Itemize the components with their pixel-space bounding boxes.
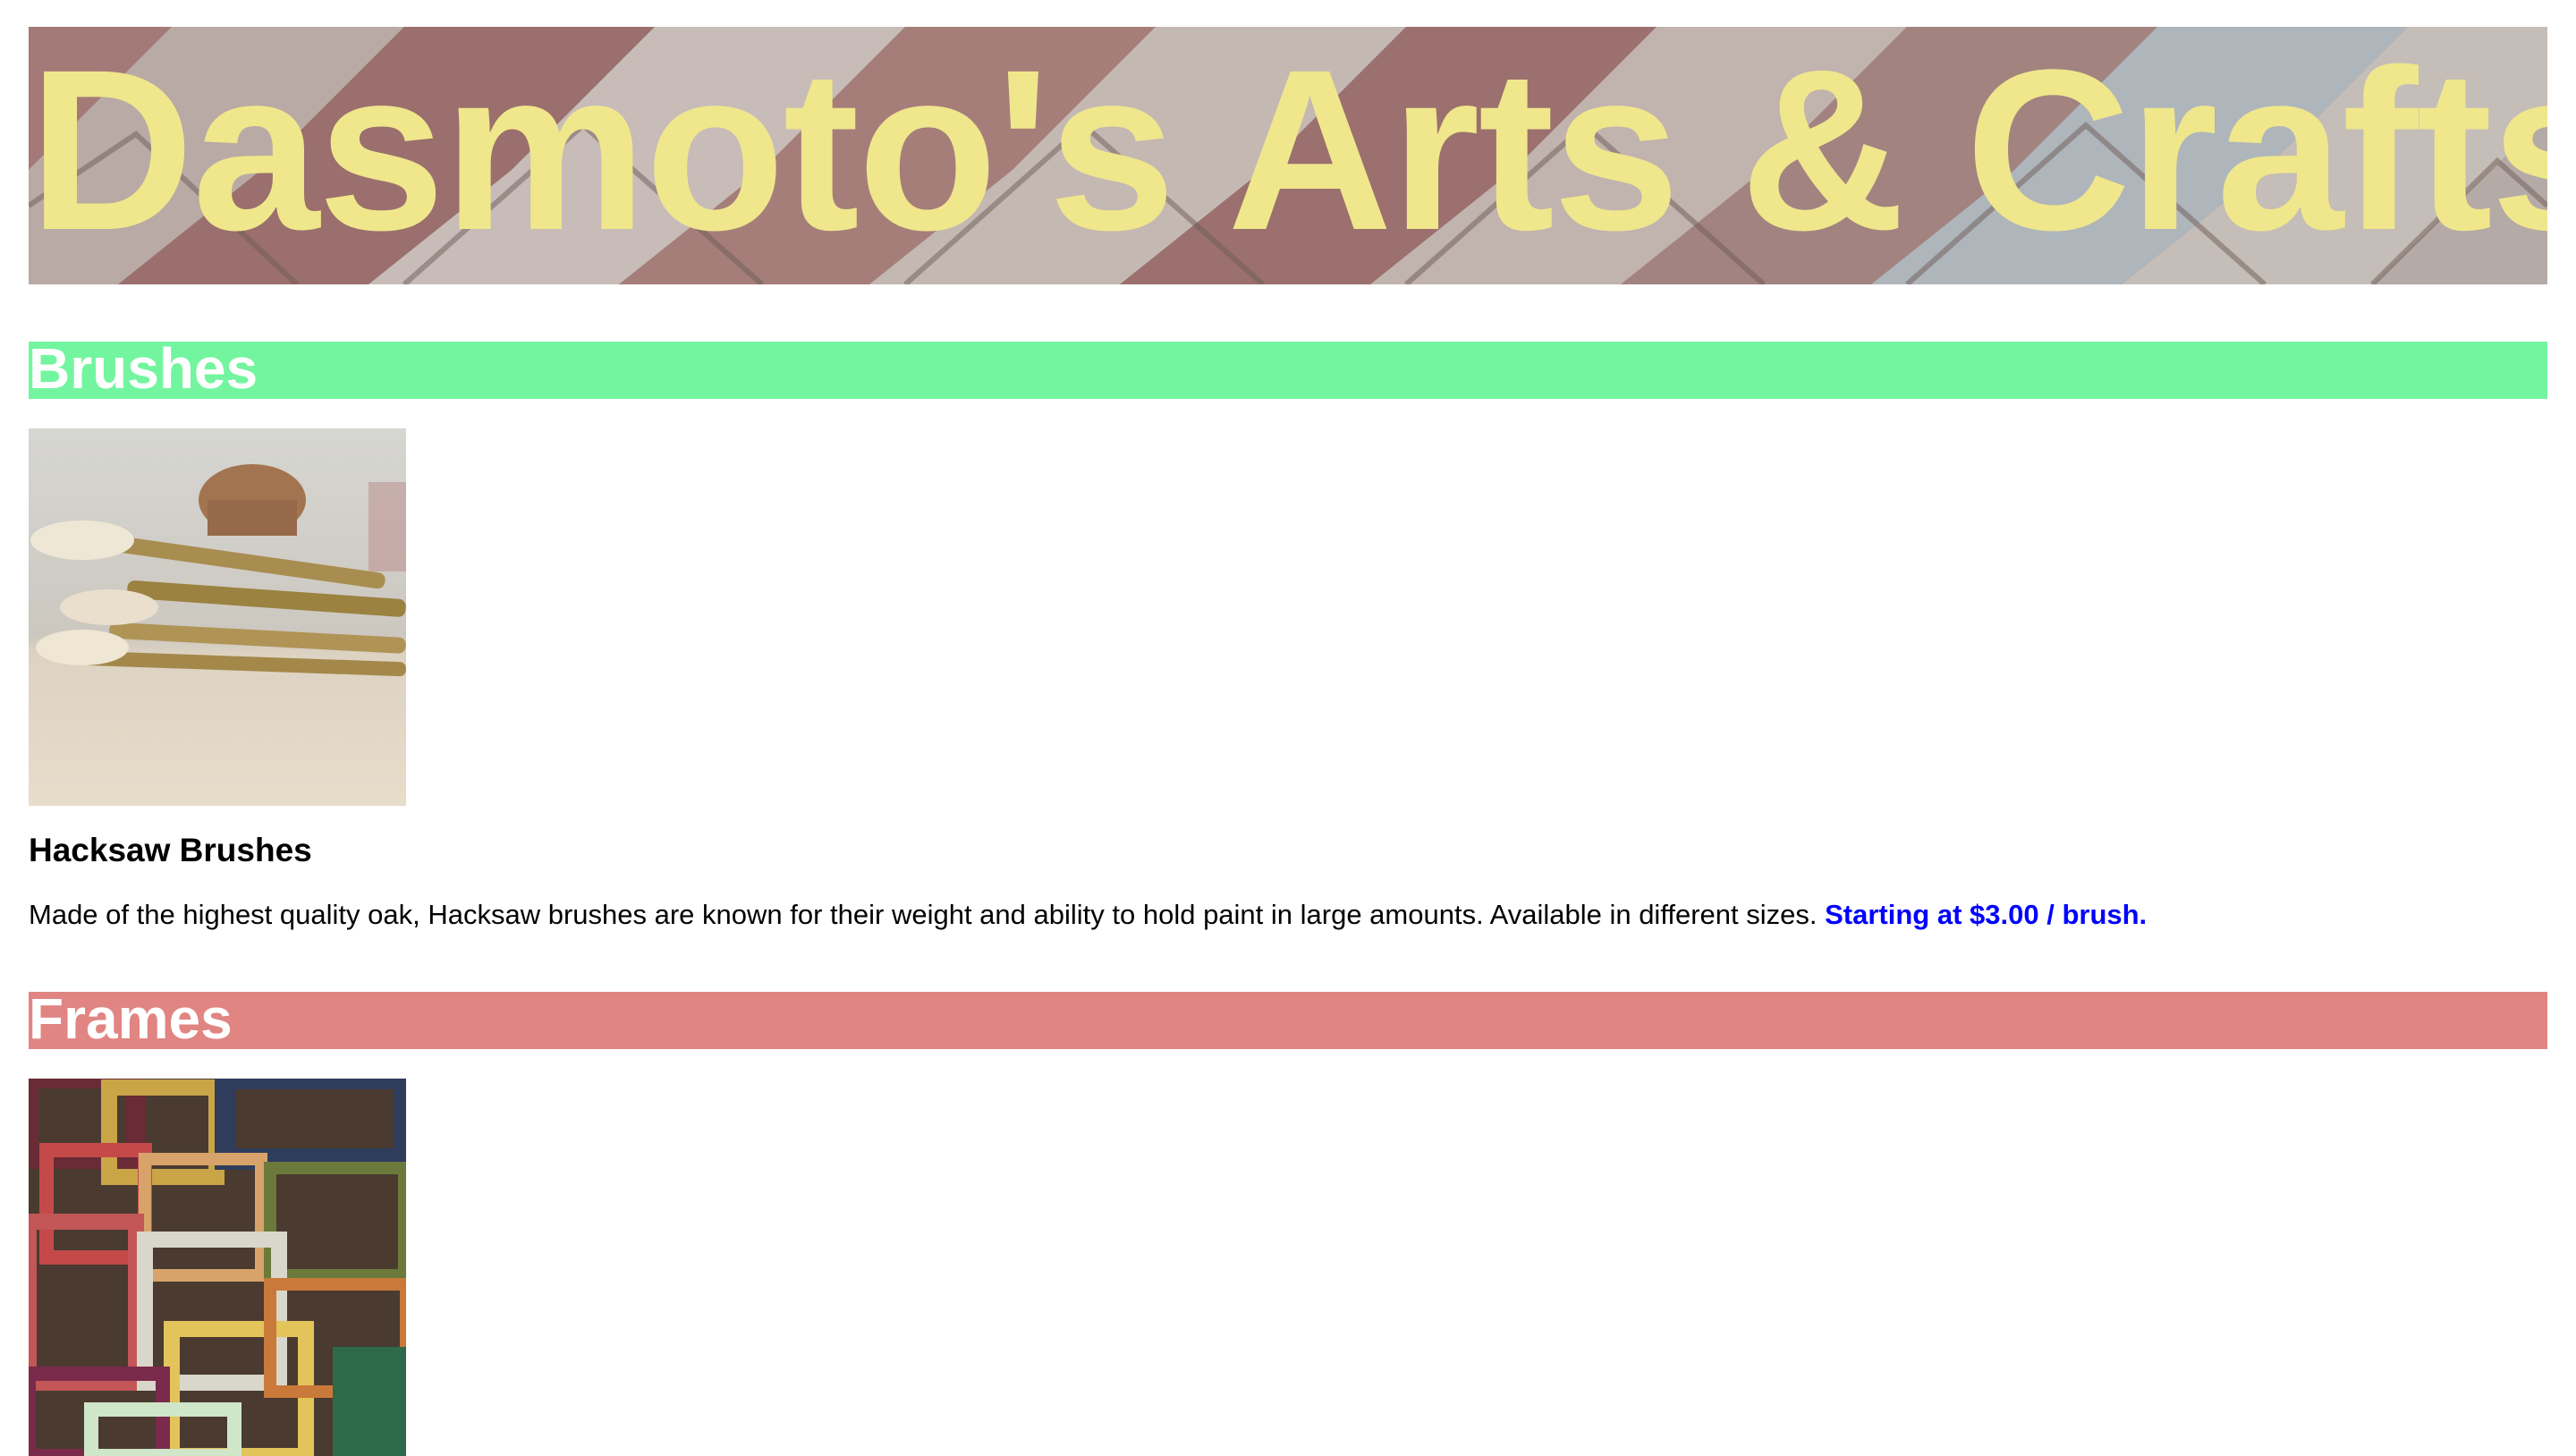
frames-image bbox=[29, 1079, 406, 1456]
header-banner: Dasmoto's Arts & Crafts bbox=[29, 27, 2547, 284]
page-content: Dasmoto's Arts & Crafts Brushes Hacksaw … bbox=[29, 27, 2547, 1456]
brushes-photo bbox=[29, 428, 406, 806]
price-text: Starting at $3.00 / brush. bbox=[1825, 899, 2148, 930]
hacksaw-brushes-image bbox=[29, 428, 406, 806]
frames-heading: Frames bbox=[29, 990, 2547, 1049]
product-name: Hacksaw Brushes bbox=[29, 832, 312, 868]
product-description: Made of the highest quality oak, Hacksaw… bbox=[29, 897, 2547, 933]
brushes-heading: Brushes bbox=[29, 340, 2547, 399]
site-title: Dasmoto's Arts & Crafts bbox=[29, 27, 2547, 278]
frames-photo bbox=[29, 1079, 406, 1456]
description-text: Made of the highest quality oak, Hacksaw… bbox=[29, 899, 1818, 930]
